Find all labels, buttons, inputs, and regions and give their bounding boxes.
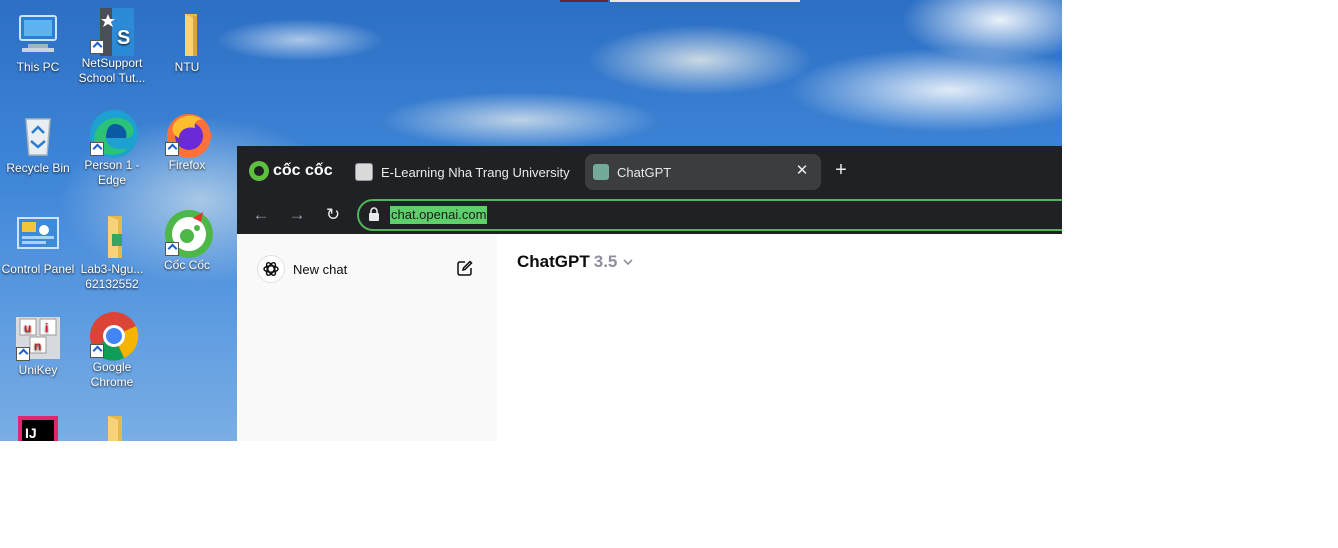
wallpaper-strip bbox=[610, 0, 800, 2]
desktop-icon-ntu[interactable]: NTU bbox=[150, 10, 224, 75]
edit-icon[interactable] bbox=[457, 260, 473, 276]
coccoc-logo-icon bbox=[249, 161, 269, 181]
control-panel-icon bbox=[14, 212, 62, 260]
desktop-icon-label: Control Panel bbox=[1, 262, 75, 276]
desktop-icon-coccoc[interactable]: Cốc Cốc bbox=[150, 208, 224, 273]
wallpaper-strip bbox=[560, 0, 608, 2]
firefox-icon bbox=[163, 108, 211, 158]
folder-icon bbox=[88, 212, 136, 260]
chevron-down-icon bbox=[623, 259, 633, 266]
desktop-icon-firefox[interactable]: Firefox bbox=[150, 108, 224, 173]
navigation-bar: ← → ↻ chat.openai.com bbox=[237, 196, 1062, 234]
back-icon[interactable]: ← bbox=[250, 204, 272, 226]
openai-logo-icon bbox=[257, 255, 285, 283]
address-url[interactable]: chat.openai.com bbox=[390, 206, 488, 224]
chatgpt-sidebar: New chat bbox=[237, 234, 497, 441]
close-icon[interactable]: ✕ bbox=[793, 162, 811, 180]
svg-text:IJ: IJ bbox=[25, 425, 37, 441]
desktop-icon-label: Recycle Bin bbox=[6, 161, 70, 175]
shortcut-arrow-icon bbox=[165, 142, 179, 156]
desktop-icon-intellij[interactable]: IJ bbox=[1, 414, 75, 441]
svg-text:i: i bbox=[45, 321, 48, 335]
chatgpt-page: New chat ChatGPT 3.5 bbox=[237, 234, 1062, 441]
desktop-icon-label: Firefox bbox=[168, 158, 206, 172]
shortcut-arrow-icon bbox=[90, 344, 104, 358]
elearning-favicon-icon bbox=[355, 163, 373, 181]
pc-icon bbox=[14, 10, 62, 58]
forward-icon[interactable]: → bbox=[286, 204, 308, 226]
desktop-icon-chrome[interactable]: Google Chrome bbox=[75, 310, 149, 390]
desktop-icon-unikey[interactable]: uin UniKey bbox=[1, 313, 75, 378]
svg-text:u: u bbox=[24, 321, 31, 335]
desktop-icon-netsupport[interactable]: S NetSupport School Tut... bbox=[75, 6, 149, 86]
shortcut-arrow-icon bbox=[16, 347, 30, 361]
netsupport-icon: S bbox=[88, 6, 136, 56]
browser-brand[interactable]: cốc cốc bbox=[249, 161, 333, 181]
desktop-icon-label: UniKey bbox=[18, 363, 58, 377]
folder-icon bbox=[163, 10, 211, 58]
model-version: 3.5 bbox=[593, 252, 618, 271]
edge-icon bbox=[88, 108, 138, 158]
tab-strip: cốc cốc E-Learning Nha Trang University … bbox=[237, 146, 1062, 196]
intellij-icon: IJ bbox=[14, 414, 62, 441]
folder-icon bbox=[88, 414, 136, 441]
desktop-icon-recycle-bin[interactable]: Recycle Bin bbox=[1, 111, 75, 176]
desktop-icon-lab3[interactable]: Lab3-Ngu... 62132552 bbox=[75, 212, 149, 292]
shortcut-arrow-icon bbox=[165, 242, 179, 256]
shortcut-arrow-icon bbox=[90, 142, 104, 156]
desktop-icon-label: Lab3-Ngu... 62132552 bbox=[80, 262, 144, 291]
svg-text:n: n bbox=[34, 339, 41, 353]
address-bar[interactable]: chat.openai.com bbox=[357, 199, 1062, 231]
new-chat-label: New chat bbox=[293, 261, 348, 277]
shortcut-arrow-icon bbox=[90, 40, 104, 54]
browser-window: cốc cốc E-Learning Nha Trang University … bbox=[237, 146, 1062, 441]
reload-icon[interactable]: ↻ bbox=[322, 204, 344, 226]
model-name: ChatGPT bbox=[517, 252, 590, 271]
desktop-icon-label: Cốc Cốc bbox=[163, 258, 210, 272]
desktop-icon-control-panel[interactable]: Control Panel bbox=[1, 212, 75, 277]
chrome-icon bbox=[88, 310, 139, 361]
new-chat-button[interactable]: New chat bbox=[257, 254, 483, 284]
desktop-icon-label: Person 1 - Edge bbox=[84, 158, 140, 187]
chatgpt-favicon-icon bbox=[593, 164, 609, 180]
recycle-bin-icon bbox=[14, 111, 62, 159]
coccoc-icon bbox=[163, 208, 213, 258]
lock-icon bbox=[369, 207, 379, 221]
unikey-icon: uin bbox=[14, 313, 62, 361]
desktop-icon-this-pc[interactable]: This PC bbox=[1, 10, 75, 75]
desktop-icon-label: NetSupport School Tut... bbox=[78, 56, 146, 85]
tab-label: E-Learning Nha Trang University bbox=[381, 164, 570, 180]
new-tab-icon[interactable]: + bbox=[831, 160, 851, 180]
tab-elearning[interactable]: E-Learning Nha Trang University bbox=[347, 154, 577, 190]
desktop-icon-folder[interactable] bbox=[75, 414, 149, 441]
desktop-icon-label: NTU bbox=[174, 60, 200, 74]
desktop-icon-label: This PC bbox=[16, 60, 60, 74]
desktop-icon-edge[interactable]: Person 1 - Edge bbox=[75, 108, 149, 188]
browser-brand-label: cốc cốc bbox=[273, 162, 333, 179]
desktop-icon-label: Google Chrome bbox=[90, 360, 134, 389]
model-selector[interactable]: ChatGPT 3.5 bbox=[517, 252, 633, 272]
tab-chatgpt[interactable]: ChatGPT ✕ bbox=[585, 154, 821, 190]
svg-text:S: S bbox=[117, 27, 130, 49]
tab-label: ChatGPT bbox=[617, 164, 672, 180]
desktop-wallpaper: This PC S NetSupport School Tut... NTU R… bbox=[0, 0, 1062, 441]
